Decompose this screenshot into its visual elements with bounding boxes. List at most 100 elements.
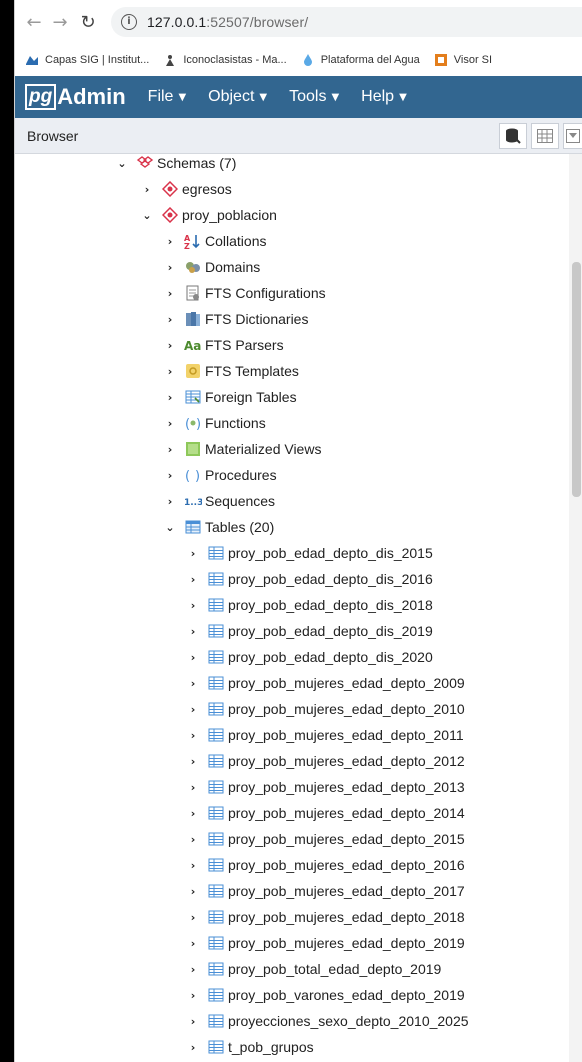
tree-node-proy-poblacion[interactable]: ⌄ proy_poblacion: [142, 202, 277, 228]
chevron-down-icon[interactable]: ⌄: [142, 209, 152, 222]
chevron-right-icon[interactable]: ›: [188, 911, 198, 924]
tree-node-egresos[interactable]: › egresos: [142, 176, 232, 202]
tree-node-table[interactable]: › proy_pob_edad_depto_dis_2018: [188, 592, 433, 618]
tree-scrollbar-thumb[interactable]: [572, 262, 581, 497]
chevron-right-icon[interactable]: ›: [165, 339, 175, 352]
table-icon: [207, 571, 225, 587]
chevron-right-icon[interactable]: ›: [165, 443, 175, 456]
tree-node-domains[interactable]: › Domains: [165, 254, 261, 280]
chevron-right-icon[interactable]: ›: [188, 599, 198, 612]
chevron-right-icon[interactable]: ›: [188, 833, 198, 846]
bookmark-item[interactable]: Iconoclasistas - Ma...: [163, 54, 287, 66]
tree-node-fts-configurations[interactable]: › FTS Configurations: [165, 280, 326, 306]
info-icon[interactable]: i: [121, 14, 137, 30]
chevron-right-icon[interactable]: ›: [188, 547, 198, 560]
tree-node-foreign-tables[interactable]: › Foreign Tables: [165, 384, 297, 410]
chevron-right-icon[interactable]: ›: [188, 651, 198, 664]
chevron-right-icon[interactable]: ›: [165, 235, 175, 248]
tree-node-table[interactable]: › t_pob_grupos: [188, 1034, 314, 1060]
chevron-right-icon[interactable]: ›: [188, 989, 198, 1002]
tree-node-table[interactable]: › proy_pob_mujeres_edad_depto_2010: [188, 696, 465, 722]
tree-node-table[interactable]: › proy_pob_total_edad_depto_2019: [188, 956, 442, 982]
tree-node-table[interactable]: › proy_pob_edad_depto_dis_2016: [188, 566, 433, 592]
chevron-right-icon[interactable]: ›: [142, 183, 152, 196]
tree-node-table[interactable]: › proy_pob_mujeres_edad_depto_2016: [188, 852, 465, 878]
filter-button[interactable]: [563, 123, 582, 149]
chevron-right-icon[interactable]: ›: [188, 807, 198, 820]
chevron-right-icon[interactable]: ›: [165, 365, 175, 378]
chevron-right-icon[interactable]: ›: [188, 677, 198, 690]
chevron-right-icon[interactable]: ›: [165, 417, 175, 430]
tree-node-table[interactable]: › proy_pob_mujeres_edad_depto_2011: [188, 722, 464, 748]
bookmark-item[interactable]: Capas SIG | Institut...: [25, 54, 149, 66]
tree-node-table[interactable]: › proy_pob_mujeres_edad_depto_2009: [188, 670, 465, 696]
tree-node-schemas[interactable]: ⌄ Schemas (7): [117, 150, 236, 176]
chevron-right-icon[interactable]: ›: [165, 469, 175, 482]
menu-tools[interactable]: Tools ▼: [289, 88, 339, 106]
tree-node-collations[interactable]: › AZ Collations: [165, 228, 267, 254]
menu-label: Object: [208, 88, 255, 105]
tree-node-table[interactable]: › proy_pob_edad_depto_dis_2020: [188, 644, 433, 670]
url-field[interactable]: i 127.0.0.1:52507/browser/: [111, 7, 582, 37]
query-tool-button[interactable]: [499, 123, 527, 149]
pgadmin-navbar: pg Admin File ▼ Object ▼ Tools ▼ Help ▼: [15, 76, 582, 118]
back-arrow-icon[interactable]: ←: [21, 12, 47, 33]
chevron-right-icon[interactable]: ›: [188, 781, 198, 794]
chevron-right-icon[interactable]: ›: [188, 859, 198, 872]
svg-text:Aa: Aa: [184, 339, 201, 352]
tree-node-table[interactable]: › proy_pob_mujeres_edad_depto_2019: [188, 930, 465, 956]
menu-object[interactable]: Object ▼: [208, 88, 267, 106]
tree-node-table[interactable]: › proy_pob_edad_depto_dis_2015: [188, 540, 433, 566]
menu-file[interactable]: File ▼: [148, 88, 186, 106]
tree-node-procedures[interactable]: › () Procedures: [165, 462, 277, 488]
panel-toolbar: [495, 123, 582, 149]
chevron-right-icon[interactable]: ›: [188, 885, 198, 898]
chevron-right-icon[interactable]: ›: [188, 937, 198, 950]
chevron-right-icon[interactable]: ›: [165, 391, 175, 404]
table-icon: [207, 779, 225, 795]
chevron-right-icon[interactable]: ›: [188, 625, 198, 638]
tree-node-table[interactable]: › proy_pob_mujeres_edad_depto_2018: [188, 904, 465, 930]
chevron-right-icon[interactable]: ›: [188, 1041, 198, 1054]
tree-node-table[interactable]: › proy_pob_mujeres_edad_depto_2012: [188, 748, 465, 774]
chevron-right-icon[interactable]: ›: [188, 573, 198, 586]
chevron-right-icon[interactable]: ›: [165, 495, 175, 508]
reload-icon[interactable]: ↻: [75, 12, 101, 33]
tree-node-fts-parsers[interactable]: › Aa FTS Parsers: [165, 332, 284, 358]
tree-node-table[interactable]: › proyecciones_sexo_depto_2010_2025: [188, 1008, 469, 1034]
forward-arrow-icon[interactable]: →: [47, 12, 73, 33]
view-data-button[interactable]: [531, 123, 559, 149]
tree-node-table[interactable]: › proy_pob_varones_edad_depto_2019: [188, 982, 465, 1008]
chevron-right-icon[interactable]: ›: [188, 729, 198, 742]
chevron-right-icon[interactable]: ›: [165, 261, 175, 274]
tree-node-table[interactable]: › proy_pob_edad_depto_dis_2019: [188, 618, 433, 644]
tree-node-functions[interactable]: › () Functions: [165, 410, 266, 436]
tree-node-table[interactable]: › proy_pob_mujeres_edad_depto_2017: [188, 878, 465, 904]
bookmark-item[interactable]: Plataforma del Agua: [301, 54, 420, 66]
tree-node-tables[interactable]: ⌄ Tables (20): [165, 514, 274, 540]
tree-label: Schemas (7): [157, 155, 237, 171]
tree-node-fts-dictionaries[interactable]: › FTS Dictionaries: [165, 306, 309, 332]
menu-help[interactable]: Help ▼: [361, 88, 407, 106]
tree-node-fts-templates[interactable]: › FTS Templates: [165, 358, 299, 384]
chevron-right-icon[interactable]: ›: [188, 1015, 198, 1028]
tree-node-table[interactable]: › proy_pob_mujeres_edad_depto_2015: [188, 826, 465, 852]
chevron-right-icon[interactable]: ›: [188, 963, 198, 976]
chevron-right-icon[interactable]: ›: [165, 287, 175, 300]
tree-node-table[interactable]: › proy_pob_mujeres_edad_depto_2014: [188, 800, 465, 826]
bookmark-item[interactable]: Visor SI: [434, 54, 492, 66]
tree-node-sequences[interactable]: › 1..3 Sequences: [165, 488, 275, 514]
chevron-right-icon[interactable]: ›: [188, 703, 198, 716]
foreign-table-icon: [184, 389, 202, 405]
tree-node-table[interactable]: › proy_pob_mujeres_edad_depto_2013: [188, 774, 465, 800]
chevron-down-icon[interactable]: ⌄: [117, 157, 127, 170]
pgadmin-logo[interactable]: pg Admin: [25, 84, 126, 110]
tree-node-materialized-views[interactable]: › Materialized Views: [165, 436, 322, 462]
table-icon: [207, 805, 225, 821]
chevron-right-icon[interactable]: ›: [188, 755, 198, 768]
chevron-right-icon[interactable]: ›: [165, 313, 175, 326]
chevron-down-icon: ▼: [331, 91, 340, 103]
fts-configuration-icon: [184, 285, 202, 301]
tree-label: proy_pob_varones_edad_depto_2019: [228, 987, 465, 1003]
chevron-down-icon[interactable]: ⌄: [165, 521, 175, 534]
